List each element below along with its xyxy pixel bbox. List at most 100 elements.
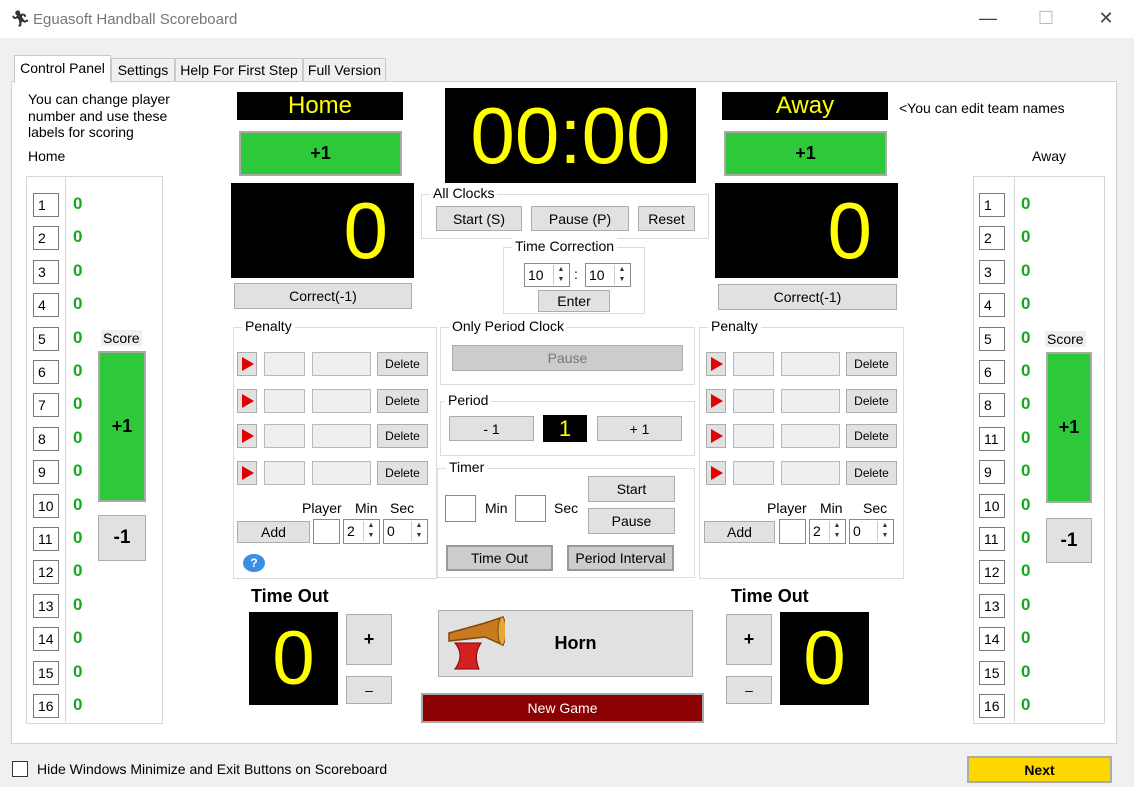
maximize-button[interactable]: ☐	[1026, 8, 1066, 29]
away-correct-button[interactable]: Correct(-1)	[718, 284, 897, 310]
home-timeout-plus[interactable]: +	[346, 614, 392, 665]
away-penalty-play-icon[interactable]	[706, 389, 726, 413]
home-player-number[interactable]: 14	[33, 627, 59, 652]
home-player-number[interactable]: 5	[33, 326, 59, 351]
away-player-number[interactable]: 3	[979, 259, 1005, 284]
period-interval-button[interactable]: Period Interval	[567, 545, 674, 571]
correction-sec-spinner[interactable]: 10 ▲ ▼	[585, 263, 631, 287]
tab-control-panel[interactable]: Control Panel	[14, 55, 111, 83]
away-player-number[interactable]: 14	[979, 627, 1005, 652]
away-plus-button[interactable]: +1	[724, 131, 887, 176]
spin-arrows-icon[interactable]: ▲ ▼	[614, 265, 629, 285]
home-correct-button[interactable]: Correct(-1)	[234, 283, 412, 309]
home-player-number[interactable]: 9	[33, 460, 59, 485]
home-player-number[interactable]: 15	[33, 660, 59, 685]
away-player-number[interactable]: 1	[979, 193, 1005, 217]
period-clock-pause-button[interactable]: Pause	[452, 345, 683, 371]
away-penalty-delete-button[interactable]: Delete	[846, 461, 897, 485]
away-penalty-play-icon[interactable]	[706, 424, 726, 448]
close-button[interactable]: ✕	[1086, 8, 1126, 29]
timer-start-button[interactable]: Start	[588, 476, 675, 502]
away-side-minus-button[interactable]: -1	[1046, 518, 1092, 563]
home-player-number[interactable]: 12	[33, 560, 59, 585]
away-side-plus-button[interactable]: +1	[1046, 352, 1092, 503]
home-penalty-delete-button[interactable]: Delete	[377, 461, 428, 485]
home-penalty-play-icon[interactable]	[237, 389, 257, 413]
enter-button[interactable]: Enter	[538, 290, 610, 312]
spin-arrows-icon[interactable]: ▲ ▼	[553, 265, 568, 285]
correction-min-spinner[interactable]: 10 ▲ ▼	[524, 263, 570, 287]
home-penalty-play-icon[interactable]	[237, 424, 257, 448]
pause-all-button[interactable]: Pause (P)	[531, 206, 629, 231]
home-penalty-delete-button[interactable]: Delete	[377, 389, 428, 413]
away-player-number[interactable]: 16	[979, 694, 1005, 718]
away-penalty-min-spinner[interactable]: 2 ▲ ▼	[809, 519, 846, 544]
away-penalty-delete-button[interactable]: Delete	[846, 389, 897, 413]
away-timeout-plus[interactable]: +	[726, 614, 772, 665]
away-penalty-play-icon[interactable]	[706, 461, 726, 485]
away-player-number[interactable]: 4	[979, 293, 1005, 318]
home-side-minus-button[interactable]: -1	[98, 515, 146, 561]
timer-sec-input[interactable]	[515, 495, 546, 522]
away-penalty-player-input[interactable]	[779, 519, 806, 544]
home-player-number[interactable]: 16	[33, 694, 59, 718]
home-player-number[interactable]: 6	[33, 360, 59, 384]
minimize-button[interactable]: —	[968, 8, 1008, 29]
spin-arrows-icon[interactable]: ▲ ▼	[363, 521, 378, 541]
tab-settings[interactable]: Settings	[111, 58, 175, 82]
away-player-number[interactable]: 2	[979, 226, 1005, 251]
home-player-number[interactable]: 3	[33, 259, 59, 284]
period-plus-button[interactable]: + 1	[597, 416, 682, 441]
question-icon[interactable]: ?	[243, 554, 265, 572]
home-player-number[interactable]: 1	[33, 193, 59, 217]
spin-arrows-icon[interactable]: ▲ ▼	[829, 521, 844, 541]
period-minus-button[interactable]: - 1	[449, 416, 534, 441]
home-side-plus-button[interactable]: +1	[98, 351, 146, 502]
horn-button[interactable]: Horn	[438, 610, 693, 677]
home-penalty-delete-button[interactable]: Delete	[377, 424, 428, 448]
home-player-number[interactable]: 2	[33, 226, 59, 251]
home-player-number[interactable]: 13	[33, 593, 59, 618]
home-penalty-player-input[interactable]	[313, 519, 340, 544]
away-player-number[interactable]: 12	[979, 560, 1005, 585]
home-player-number[interactable]: 7	[33, 393, 59, 418]
away-player-number[interactable]: 8	[979, 393, 1005, 418]
timer-pause-button[interactable]: Pause	[588, 508, 675, 534]
home-penalty-delete-button[interactable]: Delete	[377, 352, 428, 376]
next-button[interactable]: Next	[967, 756, 1112, 783]
tab-help[interactable]: Help For First Step	[175, 58, 303, 82]
away-player-number[interactable]: 11	[979, 527, 1005, 551]
away-timeout-minus[interactable]: –	[726, 676, 772, 704]
tab-full-version[interactable]: Full Version	[303, 58, 386, 82]
away-penalty-sec-spinner[interactable]: 0 ▲ ▼	[849, 519, 894, 544]
home-player-number[interactable]: 4	[33, 293, 59, 318]
spin-arrows-icon[interactable]: ▲ ▼	[877, 521, 892, 541]
timer-min-input[interactable]	[445, 495, 476, 522]
home-timeout-minus[interactable]: –	[346, 676, 392, 704]
away-player-number[interactable]: 15	[979, 660, 1005, 685]
home-team-name[interactable]: Home	[237, 92, 403, 120]
away-player-number[interactable]: 10	[979, 493, 1005, 518]
home-plus-button[interactable]: +1	[239, 131, 402, 176]
reset-button[interactable]: Reset	[638, 206, 695, 231]
away-team-name[interactable]: Away	[722, 92, 888, 120]
start-all-button[interactable]: Start (S)	[436, 206, 522, 231]
away-player-number[interactable]: 13	[979, 593, 1005, 618]
home-penalty-play-icon[interactable]	[237, 352, 257, 376]
hide-buttons-checkbox[interactable]	[12, 761, 28, 777]
home-player-number[interactable]: 10	[33, 493, 59, 518]
home-penalty-min-spinner[interactable]: 2 ▲ ▼	[343, 519, 380, 544]
away-player-number[interactable]: 9	[979, 460, 1005, 485]
away-player-number[interactable]: 6	[979, 360, 1005, 384]
away-player-number[interactable]: 5	[979, 326, 1005, 351]
new-game-button[interactable]: New Game	[421, 693, 704, 723]
away-penalty-play-icon[interactable]	[706, 352, 726, 376]
away-penalty-add-button[interactable]: Add	[704, 521, 775, 543]
home-player-number[interactable]: 8	[33, 426, 59, 451]
timeout-button[interactable]: Time Out	[446, 545, 553, 571]
spin-arrows-icon[interactable]: ▲ ▼	[411, 521, 426, 541]
home-penalty-play-icon[interactable]	[237, 461, 257, 485]
home-penalty-add-button[interactable]: Add	[237, 521, 310, 543]
away-penalty-delete-button[interactable]: Delete	[846, 424, 897, 448]
away-player-number[interactable]: 11	[979, 426, 1005, 451]
